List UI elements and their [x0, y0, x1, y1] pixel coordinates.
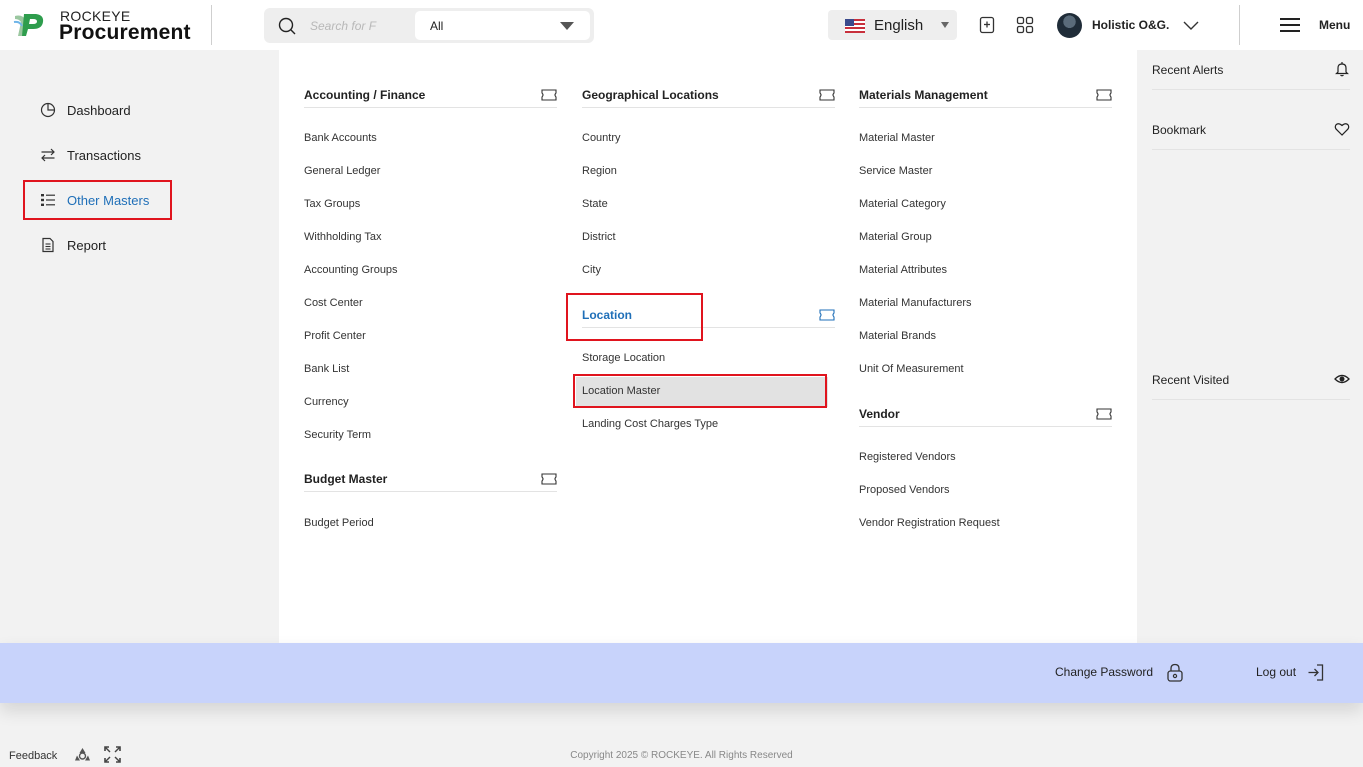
menu-link-material-category[interactable]: Material Category [859, 198, 946, 210]
bell-icon[interactable] [1334, 61, 1350, 77]
section-header-accounting[interactable]: Accounting / Finance [304, 88, 557, 108]
recent-visited-label: Recent Visited [1152, 373, 1230, 387]
nav-label: Report [67, 237, 107, 253]
logout-icon[interactable] [1307, 663, 1325, 682]
menu-label[interactable]: Menu [1319, 18, 1350, 32]
ticket-icon[interactable] [1096, 408, 1112, 420]
nav-label: Transactions [67, 147, 141, 163]
caret-down-icon [941, 22, 949, 28]
ticket-icon[interactable] [819, 309, 835, 321]
menu-link-landing-cost-charges-type[interactable]: Landing Cost Charges Type [582, 418, 718, 430]
menu-link-material-manufacturers[interactable]: Material Manufacturers [859, 297, 972, 309]
header-divider [1239, 5, 1240, 45]
menu-link-material-master[interactable]: Material Master [859, 132, 935, 144]
menu-link-currency[interactable]: Currency [304, 396, 349, 408]
change-password-link[interactable]: Change Password [1055, 665, 1153, 679]
header-divider [211, 5, 212, 45]
search-scope-value: All [430, 19, 444, 33]
menu-link-tax-groups[interactable]: Tax Groups [304, 198, 360, 210]
pie-chart-icon [40, 102, 56, 118]
transfer-arrows-icon [41, 148, 55, 162]
list-icon [41, 194, 55, 206]
lock-icon[interactable] [1166, 663, 1184, 682]
menu-link-district[interactable]: District [582, 231, 616, 243]
eye-icon[interactable] [1334, 371, 1350, 387]
section-title: Geographical Locations [582, 88, 719, 102]
ticket-icon[interactable] [541, 89, 557, 101]
recent-alerts-row[interactable]: Recent Alerts [1152, 61, 1350, 90]
nav-item-report[interactable]: Report [40, 234, 106, 256]
section-title: Vendor [859, 407, 900, 421]
recent-visited-row[interactable]: Recent Visited [1152, 373, 1350, 400]
bookmark-add-icon[interactable] [978, 16, 996, 34]
menu-link-material-group[interactable]: Material Group [859, 231, 932, 243]
recent-alerts-label: Recent Alerts [1152, 63, 1224, 77]
account-bar: Change Password Log out [0, 643, 1363, 703]
search-icon[interactable] [278, 17, 296, 35]
global-search: All [264, 8, 594, 43]
menu-link-general-ledger[interactable]: General Ledger [304, 165, 380, 177]
avatar[interactable] [1057, 13, 1082, 38]
menu-link-budget-period[interactable]: Budget Period [304, 517, 374, 529]
menu-link-profit-center[interactable]: Profit Center [304, 330, 366, 342]
nav-item-other-masters[interactable]: Other Masters [40, 189, 149, 211]
nav-label: Dashboard [67, 102, 131, 118]
menu-link-country[interactable]: Country [582, 132, 621, 144]
menu-link-bank-list[interactable]: Bank List [304, 363, 349, 375]
bookmark-row[interactable]: Bookmark [1152, 123, 1350, 150]
ticket-icon[interactable] [1096, 89, 1112, 101]
language-label: English [874, 17, 924, 34]
section-title: Accounting / Finance [304, 88, 426, 102]
menu-link-storage-location[interactable]: Storage Location [582, 352, 665, 364]
section-title: Budget Master [304, 472, 388, 486]
document-icon [42, 237, 54, 253]
menu-link-cost-center[interactable]: Cost Center [304, 297, 363, 309]
menu-link-service-master[interactable]: Service Master [859, 165, 932, 177]
menu-link-region[interactable]: Region [582, 165, 617, 177]
section-header-materials[interactable]: Materials Management [859, 88, 1112, 108]
language-select[interactable]: English [828, 10, 957, 40]
hamburger-menu-icon[interactable] [1279, 16, 1301, 34]
brand-title: Procurement [59, 21, 191, 44]
section-header-location[interactable]: Location [582, 308, 835, 328]
menu-link-unit-of-measurement[interactable]: Unit Of Measurement [859, 363, 964, 375]
other-masters-megamenu: Accounting / Finance Bank Accounts Gener… [279, 50, 1137, 643]
ticket-icon[interactable] [819, 89, 835, 101]
search-scope-select[interactable]: All [415, 11, 590, 40]
apps-grid-icon[interactable] [1016, 16, 1034, 34]
chevron-down-icon[interactable] [1182, 18, 1200, 32]
heart-icon[interactable] [1334, 121, 1350, 137]
menu-link-accounting-groups[interactable]: Accounting Groups [304, 264, 398, 276]
section-header-budget[interactable]: Budget Master [304, 472, 557, 492]
rockeye-logo-icon[interactable] [12, 10, 48, 40]
search-input[interactable] [310, 16, 380, 36]
menu-link-location-master[interactable]: Location Master [582, 385, 660, 397]
menu-link-bank-accounts[interactable]: Bank Accounts [304, 132, 377, 144]
us-flag-icon [845, 19, 865, 33]
menu-link-city[interactable]: City [582, 264, 601, 276]
nav-label: Other Masters [67, 192, 150, 208]
caret-down-icon [560, 22, 574, 30]
menu-link-vendor-registration-request[interactable]: Vendor Registration Request [859, 517, 1000, 529]
section-header-vendor[interactable]: Vendor [859, 407, 1112, 427]
menu-link-registered-vendors[interactable]: Registered Vendors [859, 451, 956, 463]
ticket-icon[interactable] [541, 473, 557, 485]
menu-link-material-attributes[interactable]: Material Attributes [859, 264, 947, 276]
top-header: ROCKEYE Procurement All English [0, 0, 1363, 50]
section-title: Location [582, 308, 632, 322]
bookmark-label: Bookmark [1152, 123, 1207, 137]
menu-link-security-term[interactable]: Security Term [304, 429, 371, 441]
menu-link-proposed-vendors[interactable]: Proposed Vendors [859, 484, 950, 496]
menu-link-material-brands[interactable]: Material Brands [859, 330, 936, 342]
menu-link-withholding-tax[interactable]: Withholding Tax [304, 231, 381, 243]
logout-link[interactable]: Log out [1256, 665, 1296, 679]
menu-link-state[interactable]: State [582, 198, 608, 210]
copyright-text: Copyright 2025 © ROCKEYE. All Rights Res… [570, 750, 793, 761]
user-name[interactable]: Holistic O&G. [1092, 18, 1169, 32]
nav-item-transactions[interactable]: Transactions [40, 144, 141, 166]
nav-item-dashboard[interactable]: Dashboard [40, 99, 131, 121]
section-title: Materials Management [859, 88, 988, 102]
section-header-geographical[interactable]: Geographical Locations [582, 88, 835, 108]
